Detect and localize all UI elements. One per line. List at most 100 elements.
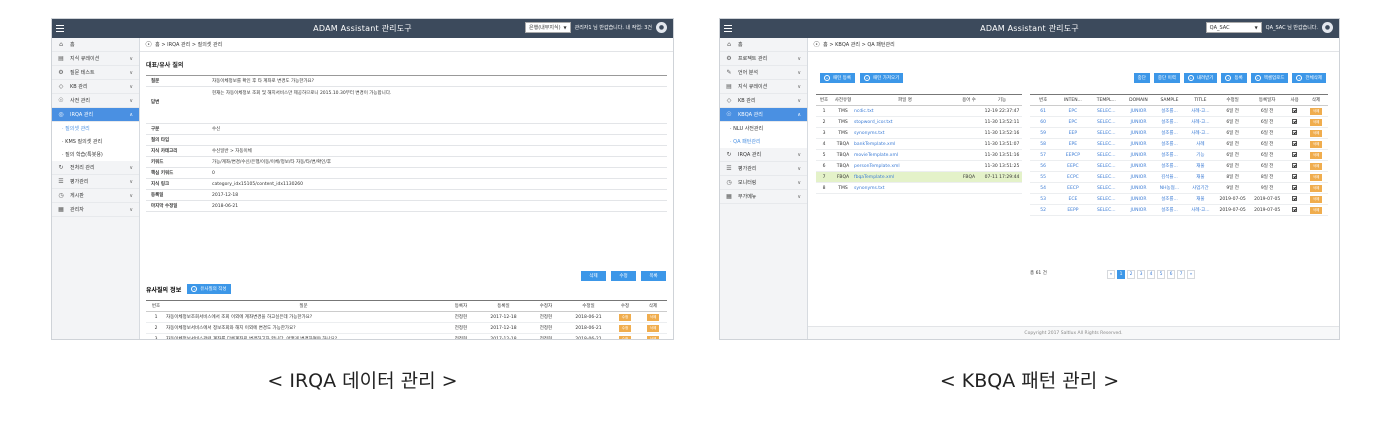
delete-tag-button[interactable]: 삭제 [1309, 118, 1323, 126]
table-row[interactable]: 60 EPC SELEC... JUNIOR 설조를... 사례-고... 6일 전 6일 전… [1030, 116, 1328, 128]
table-row[interactable]: 55 ECPC SELEC... JUNIOR 김석율... 재물 8일 전 8일 전 삭제 [1030, 171, 1328, 183]
edit-button[interactable]: 수정 [611, 271, 636, 281]
table-row[interactable]: 3자동이체정보서비스관련 계좌를 다른계좌로 변경하고자 합니다. 어떻게 변경… [146, 333, 667, 339]
sidebar-item[interactable]: ◎ IRQA 관리 ∧ [52, 108, 139, 122]
avatar[interactable]: ● [1322, 22, 1333, 33]
sidebar-item[interactable]: ◇ KB 관리 ∨ [52, 80, 139, 94]
sidebar-item[interactable]: ◷ 게시판 ∨ [52, 189, 139, 203]
file-link[interactable]: synonyms.txt [854, 127, 956, 139]
sidebar-item[interactable]: ◷ 모니터링 ∨ [720, 176, 807, 190]
edit-tag-button[interactable]: 수정 [618, 324, 632, 332]
table-row[interactable]: 2 자동이체정보서비스에서 정보조회와 해지 이외에 변경도 가능한가요? 전정현 2… [146, 322, 667, 334]
use-checkbox[interactable] [1292, 162, 1298, 168]
write-similar-button[interactable]: + 유사질의 작성 [187, 284, 231, 294]
menu-icon[interactable] [52, 19, 66, 38]
file-link[interactable]: bankTemplate.xml [854, 138, 956, 150]
use-checkbox[interactable] [1292, 107, 1298, 113]
toolbar-button[interactable]: + 엑셀업로드 [1250, 73, 1289, 83]
pattern-action-button[interactable]: + 패턴 가져오기 [860, 73, 904, 83]
sidebar-item[interactable]: ↻ 전처리 관리 ∨ [52, 161, 139, 175]
delete-tag-button[interactable]: 삭제 [1309, 206, 1323, 214]
file-link[interactable]: personTemplate.xml [854, 160, 956, 172]
page-button[interactable]: 7 [1177, 270, 1185, 279]
table-row[interactable]: 3 TMS synonyms.txt 11-30 13:52:16 [816, 127, 1022, 139]
use-checkbox[interactable] [1292, 129, 1298, 135]
sidebar-subitem[interactable]: · NLU 사전관리 [720, 122, 807, 135]
use-checkbox[interactable] [1292, 184, 1298, 190]
table-row[interactable]: 6 TBQA personTemplate.xml 11-30 13:51:25 [816, 160, 1022, 172]
table-row[interactable]: 4 TBQA bankTemplate.xml 11-30 13:51:07 [816, 138, 1022, 150]
toolbar-button[interactable]: + 전체삭제 [1292, 73, 1326, 83]
toolbar-button[interactable]: 중단 [1133, 73, 1150, 83]
sidebar-subitem[interactable]: · QA 패턴관리 [720, 135, 807, 148]
use-checkbox[interactable] [1292, 173, 1298, 179]
sidebar-subitem[interactable]: · 질의셋 관리 [52, 122, 139, 135]
page-button[interactable]: » [1187, 270, 1195, 279]
sidebar-item[interactable]: ☉ KBQA 관리 ∧ [720, 108, 807, 122]
sidebar-item[interactable]: ⌂ 홈 [52, 38, 139, 52]
delete-button[interactable]: 삭제 [581, 271, 606, 281]
table-row[interactable]: 59 EEP SELEC... JUNIOR 설조를... 사례-고... 6일 전 6일 전… [1030, 127, 1328, 139]
table-row[interactable]: 57 EEPCP SELEC... JUNIOR 설조를... 기능 6일 전 6일 전 삭제 [1030, 149, 1328, 161]
delete-tag-button[interactable]: 삭제 [1309, 107, 1323, 115]
table-row[interactable]: 8 TMS synonyms.txt [816, 182, 1022, 194]
table-row[interactable]: 2 TMS stopword_icor.txt 11-30 13:52:11 [816, 116, 1022, 128]
delete-tag-button[interactable]: 삭제 [646, 313, 660, 321]
delete-tag-button[interactable]: 삭제 [1309, 173, 1323, 181]
delete-tag-button[interactable]: 삭제 [1309, 151, 1323, 159]
sidebar-item[interactable]: ⚙ 질문 테스트 ∨ [52, 66, 139, 80]
page-button[interactable]: 2 [1127, 270, 1135, 279]
table-row[interactable]: 54 EECP SELEC... JUNIOR NH농협... 사업기간 9일 전 9일 전삭… [1030, 182, 1328, 194]
page-button[interactable]: 3 [1137, 270, 1145, 279]
table-row[interactable]: 61 EPC SELEC... JUNIOR 설조를... 사례-고... 6일 전 6일 전… [1030, 105, 1328, 117]
pattern-action-button[interactable]: + 패턴 등록 [820, 73, 855, 83]
table-row[interactable]: 5 TBQA movieTemplate.xml 11-30 13:51:16 [816, 149, 1022, 161]
page-button[interactable]: « [1107, 270, 1115, 279]
delete-tag-button[interactable]: 삭제 [646, 324, 660, 332]
table-row[interactable]: 7 FBQA fbqaTemplate.xml FBQA 07-11 17:29:44 [816, 171, 1022, 183]
toolbar-button[interactable]: + 내려받기 [1183, 73, 1218, 83]
menu-icon[interactable] [720, 19, 734, 38]
page-button[interactable]: 6 [1167, 270, 1175, 279]
sidebar-item[interactable]: ☰ 평가관리 ∨ [720, 162, 807, 176]
edit-tag-button[interactable]: 수정 [618, 313, 632, 321]
file-link[interactable]: movieTemplate.xml [854, 149, 956, 161]
delete-tag-button[interactable]: 삭제 [1309, 129, 1323, 137]
page-button[interactable]: 4 [1147, 270, 1155, 279]
sidebar-item[interactable]: ▦ 관리자 ∨ [52, 203, 139, 217]
sidebar-item[interactable]: ▤ 지식 큐레이션 ∨ [52, 52, 139, 66]
sidebar-item[interactable]: ▤ 지식 큐레이션 ∨ [720, 80, 807, 94]
page-button[interactable]: 5 [1157, 270, 1165, 279]
sidebar-item[interactable]: ↻ IRQA 관리 ∨ [720, 148, 807, 162]
use-checkbox[interactable] [1292, 118, 1298, 124]
sidebar-item[interactable]: ▦ 부가메뉴 ∨ [720, 190, 807, 204]
edit-tag-button[interactable]: 수정 [618, 335, 632, 339]
use-checkbox[interactable] [1292, 195, 1298, 201]
file-link[interactable]: stopword_icor.txt [854, 116, 956, 128]
list-button[interactable]: 목록 [641, 271, 666, 281]
use-checkbox[interactable] [1292, 151, 1298, 157]
project-select[interactable]: QA_SAC ▼ [1205, 22, 1262, 33]
file-link[interactable]: synonyms.txt [854, 182, 956, 194]
sidebar-item[interactable]: ◇ KB 관리 ∨ [720, 94, 807, 108]
use-checkbox[interactable] [1292, 140, 1298, 146]
table-row[interactable]: 52 EEPP SELEC... JUNIOR 설조를... 사례-고... 2019-07… [1030, 204, 1328, 216]
table-row[interactable]: 1 TMS ncdic.txt 12-19 22:37:47 [816, 105, 1022, 117]
file-link[interactable]: fbqaTemplate.xml [854, 171, 956, 183]
page-button[interactable]: 1 [1117, 270, 1125, 279]
sidebar-item[interactable]: ⌂ 홈 [720, 38, 807, 52]
domain-select[interactable]: 은행(내부지식) ▼ [525, 22, 571, 33]
sidebar-item[interactable]: ✎ 언어 분석 ∨ [720, 66, 807, 80]
sidebar-subitem[interactable]: · KMS 질의셋 관리 [52, 135, 139, 148]
table-row[interactable]: 53 ECE SELEC... JUNIOR 설조를... 재물 2019-07-05 201… [1030, 193, 1328, 205]
table-row[interactable]: 1 자동이체정보조회서비스에서 조회 이외에 계좌변경을 하고싶은데 가능한가요?… [146, 311, 667, 323]
table-row[interactable]: 58 EPE SELEC... JUNIOR 설조를... 사례 6일 전 6일 전 삭제 [1030, 138, 1328, 150]
toolbar-button[interactable]: + 등록 [1221, 73, 1247, 83]
use-checkbox[interactable] [1292, 206, 1298, 212]
file-link[interactable]: ncdic.txt [854, 105, 956, 117]
delete-tag-button[interactable]: 삭제 [1309, 195, 1323, 203]
sidebar-subitem[interactable]: · 질의 학습(특봇용) [52, 148, 139, 161]
sidebar-item[interactable]: ☰ 평가관리 ∨ [52, 175, 139, 189]
delete-tag-button[interactable]: 삭제 [1309, 140, 1323, 148]
delete-tag-button[interactable]: 삭제 [646, 335, 660, 339]
